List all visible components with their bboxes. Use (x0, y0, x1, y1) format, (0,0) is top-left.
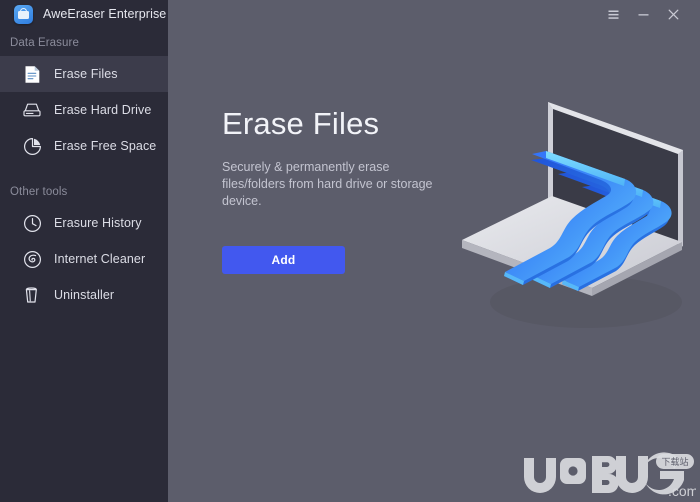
close-icon[interactable] (658, 1, 688, 27)
watermark-badge-text: 下载站 (661, 456, 688, 468)
sidebar-group-label-data-erasure: Data Erasure (10, 37, 79, 49)
sidebar-item-label: Uninstaller (54, 288, 115, 302)
app-logo-icon (14, 4, 33, 24)
clock-icon (22, 213, 42, 233)
sidebar-item-erase-hard-drive[interactable]: Erase Hard Drive (0, 92, 168, 128)
watermark-suffix: .com (668, 483, 696, 499)
globe-swirl-icon (22, 249, 42, 269)
window-body: Data Erasure Erase Files Erase Hard Driv… (0, 28, 700, 502)
title-bar-brand: AweEraser Enterprise (0, 0, 168, 28)
sidebar: Data Erasure Erase Files Erase Hard Driv… (0, 28, 168, 502)
sidebar-item-erase-free-space[interactable]: Erase Free Space (0, 128, 168, 164)
main-content: Erase Files Securely & permanently erase… (168, 28, 700, 502)
title-bar: AweEraser Enterprise (0, 0, 700, 28)
sidebar-group-label-other-tools: Other tools (10, 186, 68, 198)
sidebar-item-uninstaller[interactable]: Uninstaller (0, 277, 168, 313)
app-title: AweEraser Enterprise (43, 7, 167, 21)
sidebar-item-erasure-history[interactable]: Erasure History (0, 205, 168, 241)
illustration-laptop-data-ribbons (462, 102, 683, 328)
app-window: AweEraser Enterprise Data Erasure Erase … (0, 0, 700, 502)
hard-drive-icon (22, 100, 42, 120)
sidebar-item-label: Erase Hard Drive (54, 103, 152, 117)
page-description: Securely & permanently erase files/folde… (222, 160, 433, 208)
document-icon (22, 64, 42, 84)
sidebar-item-erase-files[interactable]: Erase Files (0, 56, 168, 92)
sidebar-item-internet-cleaner[interactable]: Internet Cleaner (0, 241, 168, 277)
pie-chart-icon (22, 136, 42, 156)
page-title: Erase Files (222, 106, 380, 141)
add-button[interactable]: Add (222, 246, 345, 274)
sidebar-item-label: Erasure History (54, 216, 142, 230)
sidebar-item-label: Erase Files (54, 67, 118, 81)
window-controls (168, 0, 700, 28)
sidebar-item-label: Internet Cleaner (54, 252, 146, 266)
hamburger-menu-icon[interactable] (598, 1, 628, 27)
trash-bin-icon (22, 285, 42, 305)
sidebar-item-label: Erase Free Space (54, 139, 157, 153)
site-watermark: 下载站 .com (524, 452, 696, 499)
main-text-block: Erase Files Securely & permanently erase… (222, 106, 482, 210)
minimize-icon[interactable] (628, 1, 658, 27)
